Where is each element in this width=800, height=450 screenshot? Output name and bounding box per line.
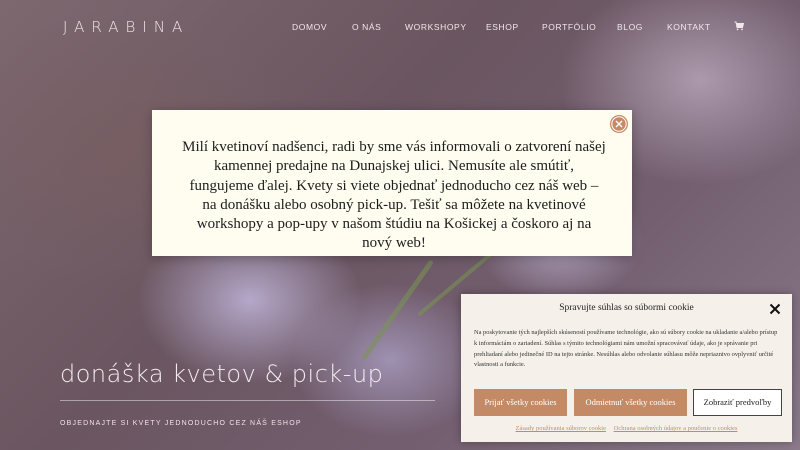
nav-item-domov[interactable]: DOMOV	[292, 22, 327, 32]
cookie-consent-links: Zásady používania súborov cookie Ochrana…	[461, 425, 792, 432]
hero-divider	[60, 400, 435, 401]
top-navigation: JARABINA DOMOV O NÁS WORKSHOPY ESHOP POR…	[0, 0, 800, 56]
deny-all-cookies-button[interactable]: Odmietnuť všetky cookies	[574, 389, 687, 416]
main-menu: DOMOV O NÁS WORKSHOPY ESHOP PORTFÓLIO BL…	[0, 22, 800, 36]
close-icon[interactable]	[769, 303, 781, 315]
hero-title: donáška kvetov & pick-up	[60, 360, 384, 388]
nav-item-kontakt[interactable]: KONTAKT	[667, 22, 711, 32]
close-icon	[611, 116, 627, 132]
nav-item-workshopy[interactable]: WORKSHOPY	[405, 22, 467, 32]
privacy-policy-link[interactable]: Ochrana osobných údajov a poučenie o coo…	[614, 425, 738, 432]
cookie-policy-link[interactable]: Zásady používania súborov cookie	[516, 425, 606, 432]
hero-subtitle: OBJEDNAJTE SI KVETY JEDNODUCHO CEZ NÁŠ E…	[60, 420, 302, 427]
nav-item-eshop[interactable]: ESHOP	[486, 22, 519, 32]
popup-message: Milí kvetinoví nadšenci, radi by sme vás…	[182, 139, 606, 252]
nav-item-o-nas[interactable]: O NÁS	[352, 22, 381, 32]
nav-item-portfolio[interactable]: PORTFÓLIO	[542, 22, 596, 32]
view-preferences-button[interactable]: Zobraziť predvoľby	[693, 389, 782, 416]
cart-icon[interactable]	[734, 21, 744, 31]
cookie-consent-banner: Spravujte súhlas so súbormi cookie Na po…	[461, 294, 792, 442]
announcement-popup: Milí kvetinoví nadšenci, radi by sme vás…	[152, 110, 632, 256]
accept-all-cookies-button[interactable]: Prijať všetky cookies	[474, 389, 567, 416]
popup-close-button[interactable]	[610, 115, 628, 133]
nav-item-blog[interactable]: BLOG	[617, 22, 643, 32]
cookie-consent-text: Na poskytovanie tých najlepších skúsenos…	[474, 329, 778, 369]
cookie-consent-title: Spravujte súhlas so súbormi cookie	[559, 303, 694, 313]
